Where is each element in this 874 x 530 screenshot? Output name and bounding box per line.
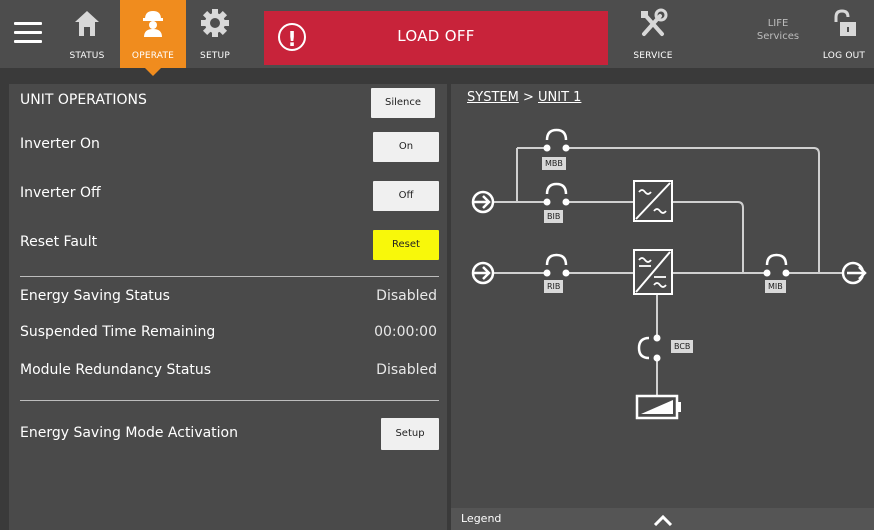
- alarm-text: LOAD OFF: [397, 27, 475, 45]
- divider: [20, 276, 439, 277]
- nav-life-services-button[interactable]: LIFE Services: [750, 0, 806, 68]
- input-arrow-icon: [471, 190, 495, 214]
- breaker-mbb-icon[interactable]: [543, 128, 570, 152]
- inverter-off-button[interactable]: Off: [373, 181, 439, 211]
- divider: [20, 400, 439, 401]
- legend-label: Legend: [461, 512, 502, 525]
- silence-button[interactable]: Silence: [371, 88, 435, 118]
- breaker-mib-icon[interactable]: [763, 253, 790, 277]
- suspended-time-value: 00:00:00: [374, 324, 437, 340]
- energy-saving-status-value: Disabled: [376, 288, 437, 304]
- one-line-diagram: [471, 128, 867, 420]
- bib-tag: BIB: [544, 210, 564, 223]
- static-switch-icon[interactable]: [633, 180, 673, 222]
- inverter-on-button[interactable]: On: [373, 132, 439, 162]
- breaker-rib-icon[interactable]: [543, 253, 570, 277]
- input-arrow-icon: [471, 261, 495, 285]
- module-redundancy-value: Disabled: [376, 362, 437, 378]
- output-arrow-icon: [841, 261, 867, 285]
- life-label-line1: LIFE: [767, 18, 789, 29]
- inverter-off-label: Inverter Off: [20, 185, 101, 201]
- mib-tag: MIB: [765, 280, 786, 293]
- energy-saving-status-label: Energy Saving Status: [20, 288, 170, 304]
- nav-setup-label: SETUP: [200, 51, 230, 61]
- reset-button[interactable]: Reset: [373, 230, 439, 260]
- module-redundancy-label: Module Redundancy Status: [20, 362, 212, 378]
- setup-button[interactable]: Setup: [381, 418, 439, 450]
- breaker-bcb-icon[interactable]: [637, 334, 661, 362]
- panel-title: UNIT OPERATIONS: [20, 92, 147, 108]
- gear-icon: [201, 9, 229, 37]
- nav-status-button[interactable]: STATUS: [58, 0, 116, 68]
- suspended-time-label: Suspended Time Remaining: [20, 324, 216, 340]
- inverter-on-label: Inverter On: [20, 136, 100, 152]
- breaker-bib-icon[interactable]: [543, 182, 570, 206]
- unlock-icon: [834, 9, 856, 36]
- nav-setup-button[interactable]: SETUP: [186, 0, 244, 68]
- nav-status-label: STATUS: [69, 51, 105, 61]
- battery-icon[interactable]: [635, 394, 681, 420]
- nav-operate-label: OPERATE: [131, 51, 175, 61]
- nav-logout-label: LOG OUT: [822, 51, 866, 61]
- nav-operate-button[interactable]: OPERATE: [120, 0, 186, 76]
- system-diagram-panel: SYSTEM > UNIT 1 MBB BIB RIB MIB BCB Lege…: [451, 84, 874, 530]
- mbb-tag: MBB: [542, 157, 566, 170]
- alarm-banner[interactable]: ! LOAD OFF: [264, 11, 608, 65]
- nav-logout-button[interactable]: LOG OUT: [814, 0, 874, 68]
- ups-module-icon[interactable]: [633, 249, 673, 295]
- worker-icon: [143, 11, 163, 37]
- life-label-line2: Services: [756, 31, 800, 42]
- reset-fault-label: Reset Fault: [20, 234, 98, 250]
- energy-saving-activation-label: Energy Saving Mode Activation: [20, 425, 238, 441]
- legend-bar[interactable]: Legend: [451, 508, 874, 530]
- rib-tag: RIB: [544, 280, 564, 293]
- top-navigation-bar: STATUS OPERATE SETUP ! LOAD OFF SERVICE …: [0, 0, 874, 76]
- menu-icon[interactable]: [14, 22, 42, 44]
- nav-service-label: SERVICE: [633, 51, 673, 61]
- bcb-tag: BCB: [671, 340, 694, 353]
- nav-service-button[interactable]: SERVICE: [622, 0, 684, 68]
- tools-icon: [641, 8, 668, 36]
- unit-operations-panel: UNIT OPERATIONS Silence Inverter On On I…: [9, 84, 447, 530]
- chevron-up-icon[interactable]: [653, 514, 673, 526]
- home-icon: [75, 11, 99, 36]
